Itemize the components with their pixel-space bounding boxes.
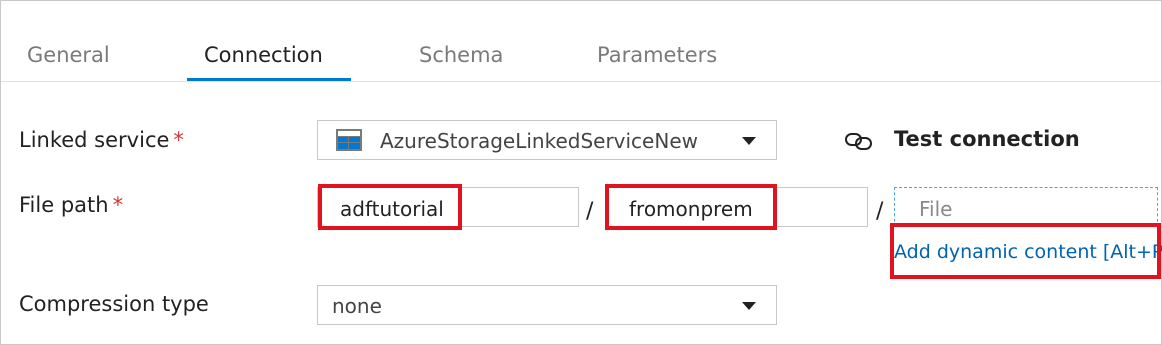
directory-input[interactable]: fromonprem (606, 187, 868, 227)
link-icon (844, 129, 874, 153)
directory-value: fromonprem (629, 197, 753, 221)
tab-schema[interactable]: Schema (419, 39, 503, 81)
tab-bar: General Connection Schema Parameters (1, 1, 1161, 82)
linked-service-label-text: Linked service (19, 128, 170, 152)
tab-connection[interactable]: Connection (204, 39, 323, 81)
caret-down-icon (742, 302, 756, 310)
required-marker: * (112, 193, 124, 217)
tab-parameters[interactable]: Parameters (597, 39, 717, 81)
tab-general[interactable]: General (27, 39, 110, 81)
path-separator: / (876, 199, 884, 224)
caret-down-icon (742, 137, 756, 145)
linked-service-value: AzureStorageLinkedServiceNew (380, 129, 698, 153)
container-value: adftutorial (340, 197, 444, 221)
active-tab-indicator (187, 78, 351, 81)
linked-service-label: Linked service * (19, 128, 184, 152)
container-input[interactable]: adftutorial (317, 187, 579, 227)
storage-service-icon (336, 129, 362, 151)
compression-type-label: Compression type (19, 292, 209, 316)
file-path-label-text: File path (19, 193, 109, 217)
file-placeholder: File (919, 197, 953, 221)
add-dynamic-content-link[interactable]: Add dynamic content [Alt+P] (894, 241, 1162, 263)
required-marker: * (173, 128, 184, 152)
test-connection-label: Test connection (894, 127, 1080, 151)
compression-type-select[interactable]: none (317, 285, 777, 325)
path-separator: / (586, 199, 594, 224)
file-input[interactable]: File (894, 187, 1158, 227)
compression-type-value: none (332, 294, 382, 318)
linked-service-select[interactable]: AzureStorageLinkedServiceNew (317, 120, 777, 160)
dataset-properties-panel: General Connection Schema Parameters Lin… (0, 0, 1162, 345)
file-path-label: File path * (19, 193, 123, 217)
